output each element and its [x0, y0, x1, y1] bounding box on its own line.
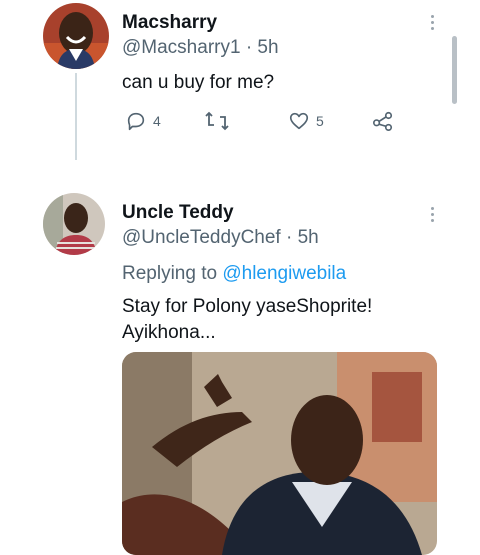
mention-link[interactable]: @hlengiwebila: [222, 263, 346, 284]
display-name[interactable]: Macsharry: [122, 12, 217, 34]
reply-button[interactable]: 4: [125, 110, 161, 132]
more-options-icon[interactable]: [429, 207, 435, 222]
like-count: 5: [316, 113, 324, 129]
like-button[interactable]: 5: [288, 110, 324, 132]
heart-icon: [289, 112, 309, 130]
replying-to-line: Replying to @hlengiwebila: [122, 261, 346, 287]
tweet-text-line-1: Stay for Polony yaseShoprite!: [122, 296, 373, 317]
reply-icon: [127, 112, 145, 131]
avatar[interactable]: [43, 193, 105, 255]
tweet-text-line-2: Ayikhona...: [122, 322, 216, 343]
handle-timestamp[interactable]: @Macsharry1 · 5h: [122, 37, 279, 59]
scrollbar[interactable]: [452, 36, 457, 104]
handle-timestamp[interactable]: @UncleTeddyChef · 5h: [122, 227, 319, 249]
tweet-macsharry[interactable]: Macsharry @Macsharry1 · 5h can u buy for…: [0, 0, 480, 170]
tweet-media-image[interactable]: [122, 352, 437, 555]
avatar[interactable]: [43, 3, 109, 69]
thread-line: [75, 73, 77, 160]
tweet-uncle-teddy[interactable]: Uncle Teddy @UncleTeddyChef · 5h Replyin…: [0, 180, 480, 555]
share-button[interactable]: [372, 110, 394, 132]
retweet-button[interactable]: [204, 110, 230, 132]
display-name[interactable]: Uncle Teddy: [122, 202, 234, 224]
retweet-icon: [205, 111, 229, 131]
reply-count: 4: [153, 113, 161, 129]
more-options-icon[interactable]: [429, 15, 435, 30]
replying-to-label: Replying to: [122, 263, 218, 284]
tweet-text: can u buy for me?: [122, 72, 275, 93]
share-icon: [373, 111, 393, 131]
